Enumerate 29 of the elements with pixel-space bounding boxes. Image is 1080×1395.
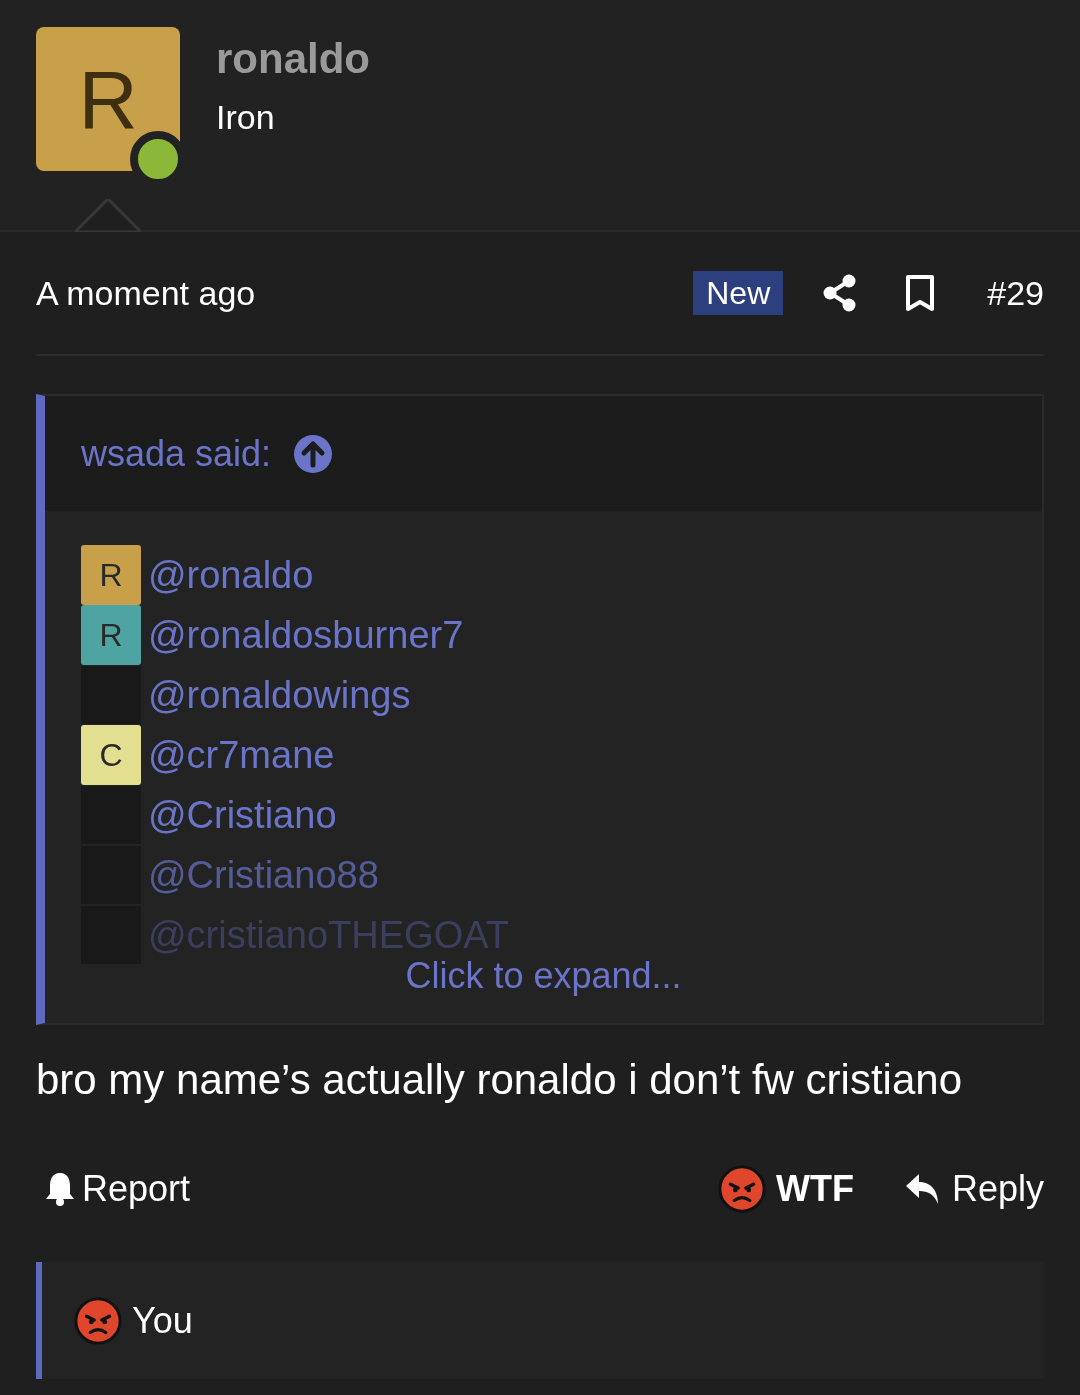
- mention-link[interactable]: @ronaldosburner7: [148, 615, 464, 655]
- mention-avatar: R: [81, 545, 141, 605]
- mention-link[interactable]: @ronaldowings: [148, 675, 411, 715]
- post-number[interactable]: #29: [987, 267, 1044, 319]
- angry-face-icon: [74, 1296, 122, 1345]
- username[interactable]: ronaldo: [216, 35, 370, 83]
- quote-attribution[interactable]: wsada said:: [81, 426, 272, 481]
- post-time[interactable]: A moment ago: [36, 267, 694, 319]
- report-button[interactable]: Report: [44, 1162, 718, 1216]
- expand-link[interactable]: Click to expand...: [405, 956, 682, 996]
- new-label: New: [693, 271, 784, 315]
- bell-icon: [44, 1171, 76, 1207]
- reaction-button[interactable]: WTF: [718, 1162, 854, 1216]
- blank-avatar: [81, 786, 141, 844]
- bookmark-icon[interactable]: [905, 274, 936, 312]
- mention-link[interactable]: @Cristiano: [148, 795, 337, 835]
- mention-link[interactable]: @ronaldo: [148, 555, 314, 595]
- angry-face-icon: [718, 1165, 766, 1213]
- mention-link[interactable]: @Cristiano88: [148, 855, 379, 895]
- reaction-summary[interactable]: You: [132, 1293, 193, 1348]
- user-rank: Iron: [216, 97, 276, 137]
- user-avatar[interactable]: R: [36, 27, 180, 171]
- mention-link[interactable]: @cr7mane: [148, 735, 335, 775]
- blank-avatar: [81, 666, 141, 724]
- mention-avatar: C: [81, 725, 141, 785]
- share-icon[interactable]: [823, 274, 858, 312]
- reply-button[interactable]: Reply: [903, 1162, 1044, 1216]
- mention-avatar: R: [81, 605, 141, 665]
- post-message: bro my name’s actually ronaldo i don’t fw cristiano: [36, 1055, 963, 1105]
